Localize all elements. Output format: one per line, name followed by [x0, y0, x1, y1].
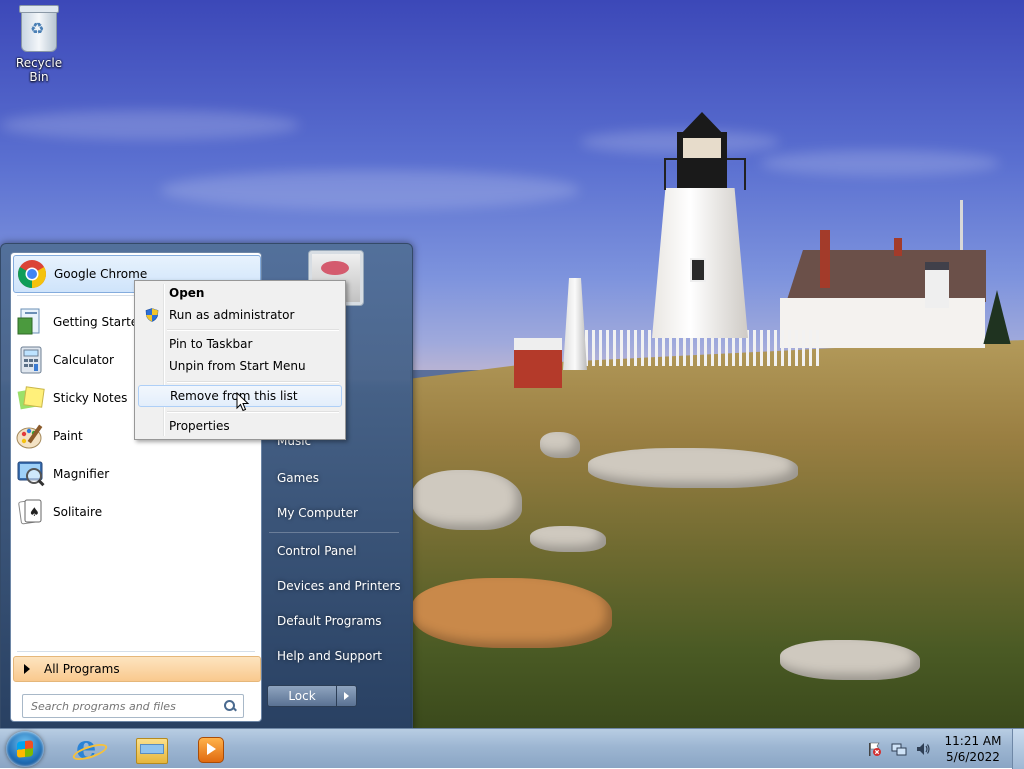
- mouse-cursor-icon: [236, 392, 250, 412]
- context-menu: Open Run as administrator Pin to Taskbar…: [134, 280, 346, 440]
- program-magnifier[interactable]: Magnifier: [13, 456, 259, 492]
- paint-icon: [16, 424, 43, 449]
- start-link-label: Games: [277, 471, 319, 485]
- menu-item-open[interactable]: Open: [138, 282, 342, 304]
- start-link-label: Control Panel: [277, 544, 357, 558]
- separator: [17, 651, 255, 652]
- desktop-icon-recycle-bin[interactable]: Recycle Bin: [6, 5, 72, 84]
- menu-separator: [167, 411, 339, 413]
- menu-item-label: Remove from this list: [170, 389, 298, 403]
- start-link-label: Default Programs: [277, 614, 382, 628]
- house-dormer: [925, 262, 949, 308]
- start-link-label: Help and Support: [277, 649, 382, 663]
- calculator-icon: [20, 346, 42, 374]
- program-label: Magnifier: [53, 467, 110, 481]
- program-label: Solitaire: [53, 505, 103, 519]
- search-input[interactable]: [29, 698, 223, 714]
- menu-item-label: Pin to Taskbar: [169, 337, 253, 351]
- lighthouse-glass: [683, 138, 721, 158]
- red-shed: [514, 338, 562, 388]
- program-label: Sticky Notes: [53, 391, 128, 405]
- all-programs-button[interactable]: All Programs: [13, 656, 261, 682]
- all-programs-label: All Programs: [44, 662, 120, 676]
- svg-text:♠: ♠: [29, 505, 40, 519]
- getting-started-icon: [17, 308, 40, 335]
- lighthouse-window: [690, 258, 706, 282]
- shutdown-options-arrow-button[interactable]: [336, 685, 357, 707]
- cloud: [760, 150, 1000, 176]
- clock-time: 11:21 AM: [944, 734, 1002, 748]
- rock: [530, 526, 606, 552]
- uac-shield-icon: [145, 308, 159, 322]
- menu-item-label: Properties: [169, 419, 230, 433]
- separator: [269, 532, 399, 533]
- clock-date: 5/6/2022: [946, 750, 1000, 764]
- rock: [412, 470, 522, 530]
- rock: [588, 448, 798, 488]
- taskbar: 11:21 AM 5/6/2022: [0, 728, 1024, 769]
- file-explorer-icon[interactable]: [134, 732, 168, 766]
- start-link-default-programs[interactable]: Default Programs: [263, 606, 403, 636]
- system-clock[interactable]: 11:21 AM 5/6/2022: [940, 733, 1006, 765]
- lock-button[interactable]: Lock: [267, 685, 337, 707]
- program-solitaire[interactable]: ♠ Solitaire: [13, 494, 259, 530]
- menu-item-pin-to-taskbar[interactable]: Pin to Taskbar: [138, 333, 342, 355]
- internet-explorer-icon[interactable]: [72, 728, 106, 766]
- volume-icon[interactable]: [915, 741, 931, 757]
- rock: [540, 432, 580, 458]
- rock: [780, 640, 920, 680]
- stone-obelisk: [563, 278, 587, 370]
- menu-item-label: Run as administrator: [169, 308, 295, 322]
- show-desktop-button[interactable]: [1012, 729, 1024, 769]
- chrome-icon: [18, 260, 46, 288]
- start-link-help-and-support[interactable]: Help and Support: [263, 641, 403, 671]
- media-player-icon[interactable]: [194, 732, 228, 766]
- start-link-control-panel[interactable]: Control Panel: [263, 536, 403, 566]
- menu-item-run-as-administrator[interactable]: Run as administrator: [138, 304, 342, 326]
- lock-label: Lock: [288, 689, 316, 703]
- program-label: Calculator: [53, 353, 114, 367]
- menu-item-label: Unpin from Start Menu: [169, 359, 306, 373]
- action-center-flag-icon[interactable]: [866, 741, 882, 757]
- chimney: [820, 230, 830, 288]
- cloud: [0, 110, 300, 140]
- chevron-right-icon: [24, 664, 30, 674]
- house-roof: [786, 250, 986, 302]
- start-link-games[interactable]: Games: [263, 463, 403, 493]
- menu-separator: [167, 381, 339, 383]
- recycle-bin-icon: [19, 5, 59, 52]
- sticky-notes-icon: [17, 386, 45, 410]
- start-link-devices-and-printers[interactable]: Devices and Printers: [263, 571, 403, 601]
- start-link-label: Devices and Printers: [277, 579, 401, 593]
- start-link-label: My Computer: [277, 506, 358, 520]
- program-label: Getting Started: [53, 315, 146, 329]
- start-button[interactable]: [6, 731, 44, 767]
- menu-item-unpin-from-start-menu[interactable]: Unpin from Start Menu: [138, 355, 342, 377]
- magnifier-icon: [17, 461, 45, 487]
- program-label: Google Chrome: [54, 267, 148, 281]
- menu-item-properties[interactable]: Properties: [138, 415, 342, 437]
- search-icon[interactable]: [223, 699, 237, 713]
- menu-separator: [167, 329, 339, 331]
- grass-hillside: [410, 340, 1024, 728]
- start-search-box[interactable]: [22, 694, 244, 718]
- cloud: [160, 170, 580, 210]
- menu-item-label: Open: [169, 286, 205, 300]
- program-label: Paint: [53, 429, 83, 443]
- network-icon[interactable]: [891, 741, 907, 757]
- solitaire-icon: ♠: [18, 499, 42, 525]
- start-link-my-computer[interactable]: My Computer: [263, 498, 403, 528]
- desktop-icon-label: Recycle Bin: [15, 56, 63, 84]
- chimney: [894, 238, 902, 256]
- lighthouse-cap: [679, 112, 725, 136]
- rock: [412, 578, 612, 648]
